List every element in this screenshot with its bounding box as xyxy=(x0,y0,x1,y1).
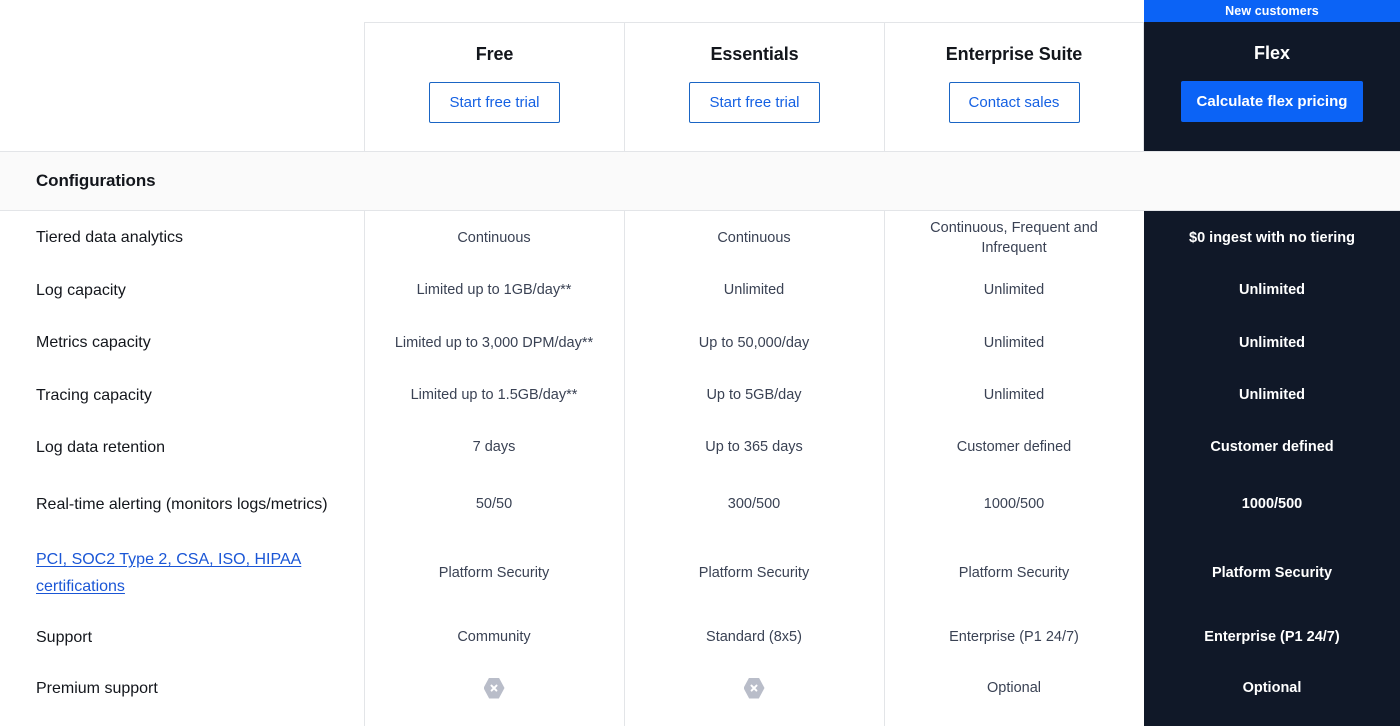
feature-value-cell-free: Limited up to 3,000 DPM/day** xyxy=(394,334,594,351)
feature-value-cell-essentials: Up to 50,000/day xyxy=(698,334,810,351)
feature-value-cell-enterprise: Continuous, Frequent and Infrequent xyxy=(930,219,1098,256)
feature-value-cell-enterprise: Unlimited xyxy=(983,282,1045,298)
feature-value-cell-free xyxy=(364,663,624,713)
plan-card-essentials: Essentials Start free trial xyxy=(624,22,884,151)
plan-card-enterprise-suite: Enterprise Suite Contact sales xyxy=(884,22,1144,151)
feature-label-cell: Premium support xyxy=(36,679,158,697)
feature-value-cell-flex: 1000/500 xyxy=(1241,496,1303,512)
plan-name-essentials: Essentials xyxy=(710,44,799,64)
feature-label-cell: Support xyxy=(36,628,93,646)
feature-value-cell-enterprise: Platform Security xyxy=(958,565,1070,581)
table-body: Tiered data analytics Continuous Continuou… xyxy=(0,211,1400,726)
feature-value-cell-free: 7 days xyxy=(472,439,516,455)
feature-value-cell-flex: Unlimited xyxy=(1238,282,1306,298)
feature-rows: Tiered data analytics Continuous Continuou… xyxy=(0,211,1400,713)
feature-value-cell-flex: Enterprise (P1 24/7) xyxy=(1204,629,1340,645)
feature-value-cell-free: 50/50 xyxy=(475,496,513,512)
new-customers-badge: New customers xyxy=(1144,0,1400,22)
feature-value-cell-essentials: Up to 365 days xyxy=(705,439,803,455)
feature-value-cell-enterprise: Customer defined xyxy=(956,439,1072,455)
table-row: Metrics capacity Limited up to 3,000 DPM/… xyxy=(0,316,1400,369)
table-row: Log data retention 7 days Up to 365 days Cu… xyxy=(0,421,1400,473)
feature-value-cell-enterprise: Unlimited xyxy=(983,334,1045,351)
feature-value-cell-essentials: Up to 5GB/day xyxy=(706,387,802,403)
table-row: Tiered data analytics Continuous Continuou… xyxy=(0,211,1400,264)
feature-value-cell-free: Platform Security xyxy=(438,565,550,581)
feature-label-cell: Real-time alerting (monitors logs/metric… xyxy=(36,495,328,513)
feature-value-cell-free: Limited up to 1.5GB/day** xyxy=(410,387,578,403)
feature-value-cell-free: Community xyxy=(457,629,531,645)
start-free-trial-button-essentials[interactable]: Start free trial xyxy=(689,82,820,123)
plan-header-row: Free Start free trial Essentials Start f… xyxy=(0,0,1400,151)
table-row: Real-time alerting (monitors logs/metric… xyxy=(0,473,1400,535)
table-row: Premium support Optional Optional xyxy=(0,663,1400,713)
feature-value-cell-free: Limited up to 1GB/day** xyxy=(416,282,572,298)
feature-value-cell-flex: Customer defined xyxy=(1210,439,1334,455)
feature-value-cell-flex: $0 ingest with no tiering xyxy=(1189,229,1355,246)
feature-value-cell-flex: Unlimited xyxy=(1238,387,1306,403)
feature-label-cell: Log data retention xyxy=(36,438,165,456)
feature-value-cell-enterprise: Enterprise (P1 24/7) xyxy=(949,629,1079,645)
feature-label-cell: Metrics capacity xyxy=(36,334,151,351)
feature-value-cell-essentials: 300/500 xyxy=(727,496,781,512)
not-included-icon xyxy=(743,677,765,699)
plan-name-enterprise-suite: Enterprise Suite xyxy=(945,44,1083,64)
feature-label-cell: Tiered data analytics xyxy=(36,229,184,246)
section-header-configurations: Configurations xyxy=(0,151,1400,211)
feature-value-cell-free: Continuous xyxy=(457,229,531,246)
feature-value-cell-essentials: Standard (8x5) xyxy=(706,629,802,645)
certifications-link[interactable]: PCI, SOC2 Type 2, CSA, ISO, HIPAA certif… xyxy=(36,546,340,600)
calculate-flex-pricing-button[interactable]: Calculate flex pricing xyxy=(1180,81,1364,122)
not-included-icon xyxy=(483,677,505,699)
table-row: PCI, SOC2 Type 2, CSA, ISO, HIPAA certif… xyxy=(0,535,1400,611)
feature-label-cell: PCI, SOC2 Type 2, CSA, ISO, HIPAA certif… xyxy=(0,535,364,611)
feature-value-cell-essentials: Unlimited xyxy=(723,282,785,298)
feature-value-cell-essentials xyxy=(624,663,884,713)
plan-name-flex: Flex xyxy=(1253,43,1291,63)
table-row: Tracing capacity Limited up to 1.5GB/day*… xyxy=(0,369,1400,421)
feature-value-cell-essentials: Continuous xyxy=(717,229,791,246)
table-row: Support Community Standard (8x5) Enterprise… xyxy=(0,611,1400,663)
feature-value-cell-enterprise: Unlimited xyxy=(983,387,1045,403)
feature-value-cell-flex: Unlimited xyxy=(1238,334,1306,351)
contact-sales-button[interactable]: Contact sales xyxy=(948,82,1080,123)
pricing-comparison-table: Free Start free trial Essentials Start f… xyxy=(0,0,1400,726)
feature-label-cell: Tracing capacity xyxy=(36,386,152,404)
plan-name-free: Free xyxy=(475,44,514,64)
plan-card-flex: New customers Flex Calculate flex pricin… xyxy=(1144,0,1400,151)
table-row: Log capacity Limited up to 1GB/day** Unlim… xyxy=(0,264,1400,316)
feature-value-cell-enterprise: Optional xyxy=(986,680,1041,696)
plan-card-free: Free Start free trial xyxy=(364,22,624,151)
feature-value-cell-essentials: Platform Security xyxy=(698,565,810,581)
feature-label-cell: Log capacity xyxy=(36,281,126,299)
start-free-trial-button-free[interactable]: Start free trial xyxy=(429,82,560,123)
feature-value-cell-enterprise: 1000/500 xyxy=(983,496,1045,512)
feature-value-cell-flex: Platform Security xyxy=(1211,565,1333,581)
section-title: Configurations xyxy=(36,171,156,190)
feature-value-cell-flex: Optional xyxy=(1242,680,1302,696)
